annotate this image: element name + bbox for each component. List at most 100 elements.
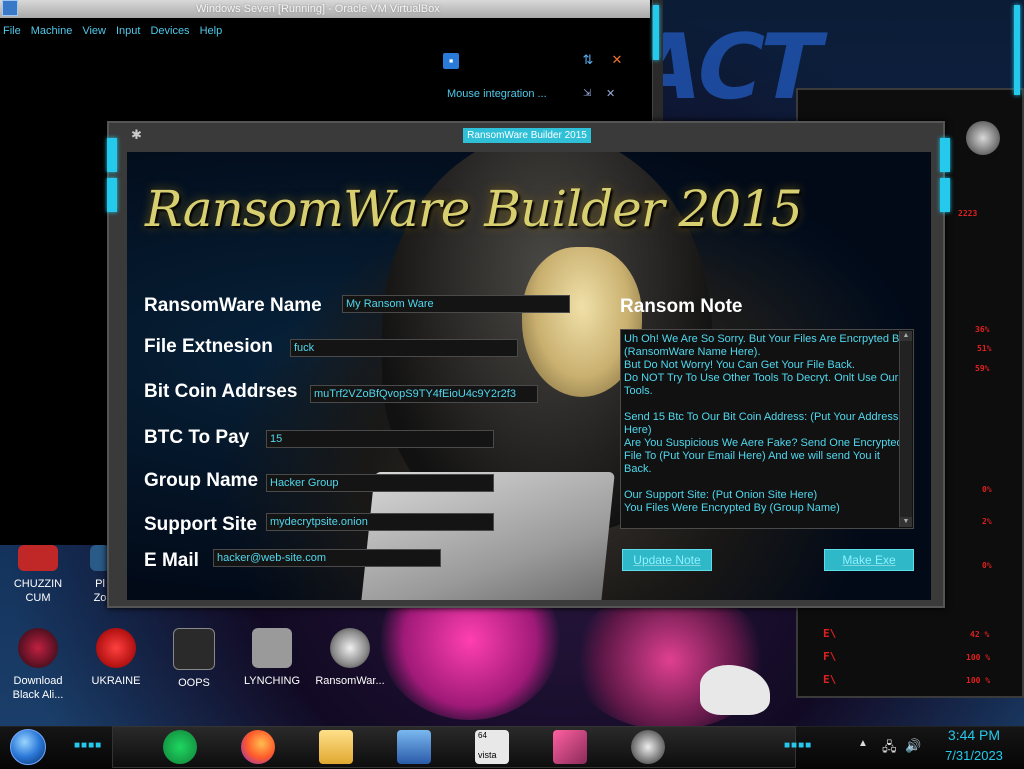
icon-label-line1: UKRAINE	[91, 675, 141, 687]
btc-to-pay-input[interactable]: 15	[266, 430, 494, 448]
note-line: (RansomWare Name Here).	[624, 346, 761, 358]
menu-file[interactable]: File	[0, 22, 26, 40]
stat-value: 0%	[982, 561, 992, 570]
menu-help[interactable]: Help	[195, 22, 228, 40]
file-extension-input[interactable]: fuck	[290, 339, 518, 357]
show-hidden-icons-icon[interactable]: ▲	[858, 738, 868, 749]
ransomware-name-input[interactable]: My Ransom Ware	[342, 295, 570, 313]
builder-logo: RansomWare Builder 2015	[145, 180, 803, 238]
chuzzin-icon	[18, 545, 58, 571]
desktop-icon-ukraine[interactable]: UKRAINE	[80, 628, 152, 688]
icon-label-line2: Black Ali...	[12, 689, 64, 701]
alienware-logo-icon[interactable]	[966, 121, 1000, 155]
note-line: Our Support Site: (Put Onion Site Here)	[624, 489, 818, 501]
ransomware-skull-icon[interactable]	[631, 730, 665, 764]
skull-icon	[330, 628, 370, 668]
menu-view[interactable]: View	[77, 22, 111, 40]
label-ransomware-name: RansomWare Name	[144, 295, 322, 316]
stat-value: 51%	[977, 344, 992, 353]
desktop-icon-oops[interactable]: OOPS	[158, 628, 230, 690]
vista-64-icon[interactable]: 64 vista	[475, 730, 509, 764]
note-line: File To (Put Your Email Here) And we wil…	[624, 450, 880, 462]
close-notifications-icon[interactable]: ✕	[609, 52, 625, 68]
icon-label-line1: RansomWar...	[315, 675, 385, 687]
update-note-button[interactable]: Update Note	[622, 549, 712, 571]
note-line: Uh Oh! We Are So Sorry. But Your Files A…	[624, 333, 905, 345]
bitcoin-address-input[interactable]: muTrf2VZoBfQvopS9TY4fEioU4c9Y2r2f3	[310, 385, 538, 403]
cyan-accent	[1014, 5, 1020, 95]
icon-label-line1: LYNCHING	[243, 675, 301, 687]
note-line: Here)	[624, 424, 652, 436]
clock-time[interactable]: 3:44 PM	[929, 727, 1019, 743]
virtualbox-icon[interactable]	[397, 730, 431, 764]
volume-icon[interactable]: 🔊	[905, 738, 921, 754]
drive-usage: 100 %	[966, 653, 991, 662]
ransom-note-text: Uh Oh! We Are So Sorry. But Your Files A…	[624, 333, 905, 515]
menu-machine[interactable]: Machine	[26, 22, 78, 40]
menu-devices[interactable]: Devices	[145, 22, 194, 40]
taskbar-app-plate	[112, 726, 796, 768]
clock-date[interactable]: 7/31/2023	[929, 748, 1019, 763]
cyan-accent	[653, 5, 659, 60]
dismiss-icon[interactable]: ✕	[606, 87, 615, 100]
virtualbox-title: Windows Seven [Running] - Oracle VM Virt…	[196, 3, 440, 15]
icon-label-line1: OOPS	[178, 677, 210, 689]
stat-value: 2%	[982, 517, 992, 526]
support-site-input[interactable]: mydecrytpsite.onion	[266, 513, 494, 531]
firefox-icon[interactable]	[241, 730, 275, 764]
note-line	[624, 398, 898, 411]
vista-badge: 64	[478, 731, 487, 740]
lynching-icon	[252, 628, 292, 668]
label-file-extension: File Extnesion	[144, 336, 273, 357]
spotify-icon[interactable]	[163, 730, 197, 764]
media-icon[interactable]	[553, 730, 587, 764]
cyan-accent	[940, 178, 950, 212]
note-line: Back.	[624, 463, 652, 475]
scroll-down-icon[interactable]: ▼	[900, 517, 912, 527]
window-title[interactable]: RansomWare Builder 2015	[463, 128, 591, 143]
virtualbox-titlebar[interactable]: Windows Seven [Running] - Oracle VM Virt…	[0, 0, 650, 18]
desktop-icon-chuzzin[interactable]: CHUZZIN CUM	[2, 545, 74, 605]
network-icon[interactable]: 🖧	[882, 738, 897, 760]
oops-icon	[173, 628, 215, 670]
drive-label: F\	[823, 650, 837, 663]
label-support-site: Support Site	[144, 514, 257, 535]
virtualbox-app-icon[interactable]	[2, 0, 18, 16]
update-note-label: Update Note	[633, 553, 701, 567]
desktop-icon-download-black-alien[interactable]: Download Black Ali...	[2, 628, 74, 702]
settings-gear-icon[interactable]: ✱	[131, 127, 142, 143]
scroll-up-icon[interactable]: ▲	[900, 331, 912, 341]
note-line: Do NOT Try To Use Other Tools To Decryt.…	[624, 372, 899, 384]
start-button[interactable]	[10, 729, 46, 765]
builder-client-area: RansomWare Builder 2015 RansomWare Name …	[127, 152, 931, 600]
ransom-note-textarea[interactable]: Uh Oh! We Are So Sorry. But Your Files A…	[620, 329, 914, 529]
label-btc-to-pay: BTC To Pay	[144, 427, 250, 448]
stat-value: 59%	[975, 364, 990, 373]
make-exe-label: Make Exe	[842, 553, 896, 567]
note-line: Tools.	[624, 385, 653, 397]
info-icon[interactable]: ▪	[443, 53, 459, 69]
desktop-icon-ransomware[interactable]: RansomWar...	[314, 628, 386, 688]
menu-input[interactable]: Input	[111, 22, 145, 40]
label-ransom-note: Ransom Note	[620, 296, 743, 317]
file-explorer-icon[interactable]	[319, 730, 353, 764]
group-name-input[interactable]: Hacker Group	[266, 474, 494, 492]
cyan-accent	[107, 178, 117, 212]
note-line: You Files Were Encrypted By (Group Name)	[624, 502, 840, 514]
drive-usage: 100 %	[966, 676, 991, 685]
label-email: E Mail	[144, 550, 199, 571]
sort-icon[interactable]: ⇅	[580, 52, 596, 68]
notification-text: Mouse integration ...	[447, 88, 547, 100]
alien-orb-icon	[18, 628, 58, 668]
pin-icon[interactable]: ⇲	[583, 88, 591, 99]
note-scrollbar[interactable]: ▲ ▼	[899, 331, 912, 527]
note-line: Are You Suspicious We Aere Fake? Send On…	[624, 437, 903, 449]
drive-usage: 42 %	[970, 630, 990, 639]
cyan-accent: ■■■■	[784, 740, 813, 751]
make-exe-button[interactable]: Make Exe	[824, 549, 914, 571]
desktop-icon-lynching[interactable]: LYNCHING	[236, 628, 308, 688]
note-line: But Do Not Worry! You Can Get Your File …	[624, 359, 855, 371]
cyan-accent: ■■■■	[74, 740, 103, 751]
virtualbox-menubar: File Machine View Input Devices Help	[0, 22, 227, 40]
email-input[interactable]: hacker@web-site.com	[213, 549, 441, 567]
